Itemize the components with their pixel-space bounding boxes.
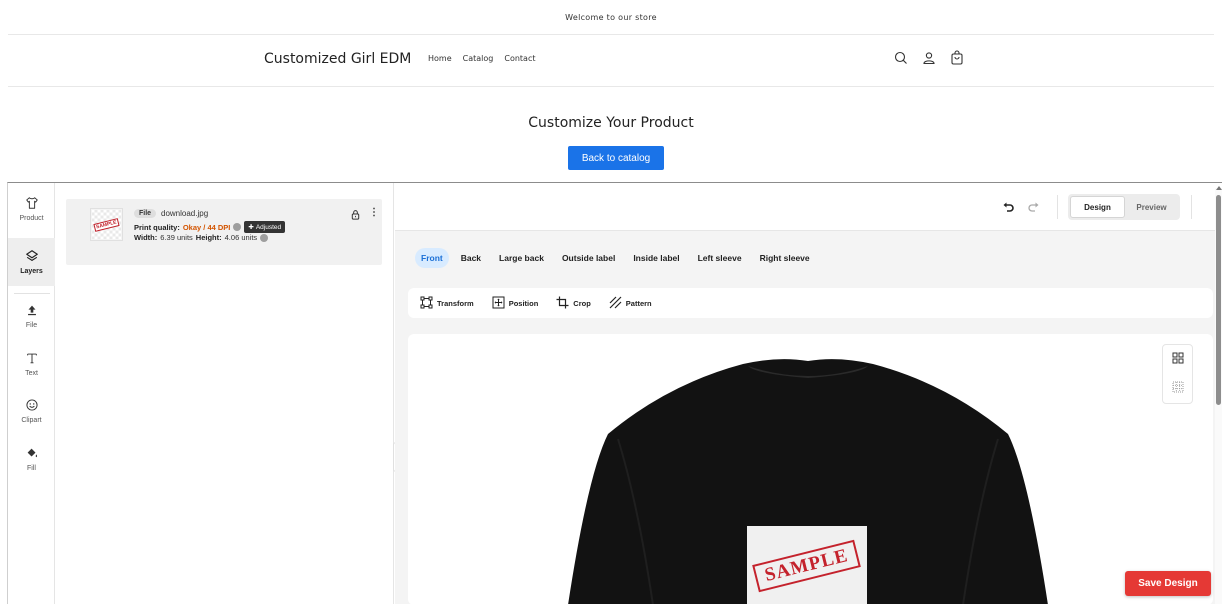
- tool-label: Text: [25, 370, 38, 377]
- print-quality: Print quality: Okay / 44 DPI ✚ Adjusted: [134, 221, 286, 233]
- save-design-button[interactable]: Save Design: [1125, 571, 1211, 596]
- side-tab-large-back[interactable]: Large back: [493, 248, 550, 268]
- layer-thumbnail: SAMPLE: [90, 208, 123, 241]
- tool-text[interactable]: Text: [8, 351, 55, 385]
- pattern-label: Pattern: [625, 298, 652, 308]
- nav-link-contact[interactable]: Contact: [504, 54, 535, 63]
- side-tab-outside-label[interactable]: Outside label: [556, 248, 621, 268]
- position-label: Position: [508, 298, 539, 308]
- thumbnail-sample-stamp: SAMPLE: [93, 217, 120, 232]
- search-icon[interactable]: [893, 50, 909, 66]
- product-customizer: Product Layers File Text Clipart Fill SA…: [7, 182, 1222, 604]
- crop-icon: [556, 296, 569, 311]
- width-label: Width:: [134, 233, 158, 242]
- design-print-area[interactable]: SAMPLE: [747, 526, 867, 604]
- tool-label: Fill: [27, 465, 36, 472]
- layer-item[interactable]: SAMPLE File download.jpg Print quality: …: [66, 199, 382, 265]
- position-icon: [492, 296, 505, 311]
- main-nav: Home Catalog Contact: [428, 54, 535, 63]
- layer-type-badge: File: [134, 209, 157, 218]
- page-title: Customize Your Product: [528, 115, 694, 131]
- side-tab-left-sleeve[interactable]: Left sleeve: [692, 248, 748, 268]
- back-to-catalog-button[interactable]: Back to catalog: [568, 146, 664, 170]
- side-tab-inside-label[interactable]: Inside label: [627, 248, 685, 268]
- info-icon[interactable]: [233, 223, 242, 231]
- tool-clipart[interactable]: Clipart: [8, 398, 55, 432]
- position-button[interactable]: Position: [492, 296, 539, 311]
- layers-panel: SAMPLE File download.jpg Print quality: …: [56, 183, 394, 604]
- editor-topbar: Design Preview: [395, 183, 1222, 231]
- layer-dimensions: Width: 6.39 units Height: 4.06 units: [134, 233, 269, 242]
- text-icon: [25, 351, 39, 370]
- undo-icon[interactable]: [1001, 200, 1015, 214]
- crop-label: Crop: [573, 298, 591, 308]
- tool-label: Product: [19, 215, 44, 222]
- more-options-icon[interactable]: ⋮: [369, 207, 379, 218]
- layers-icon: [25, 249, 39, 268]
- adjusted-badge[interactable]: ✚ Adjusted: [244, 221, 286, 233]
- toolbar-divider: [1191, 195, 1192, 219]
- header-divider: [8, 86, 1214, 87]
- side-tab-back[interactable]: Back: [455, 248, 487, 268]
- header-icons: [893, 50, 965, 66]
- tool-label: Layers: [20, 268, 43, 275]
- redo-icon[interactable]: [1027, 200, 1041, 214]
- smiley-icon: [25, 398, 39, 417]
- cart-icon[interactable]: [949, 50, 965, 66]
- print-quality-value: Okay / 44 DPI: [182, 222, 231, 232]
- brand-logo[interactable]: Customized Girl EDM: [264, 51, 411, 67]
- side-tab-right-sleeve[interactable]: Right sleeve: [754, 248, 816, 268]
- tool-fill[interactable]: Fill: [8, 446, 55, 480]
- tool-file[interactable]: File: [8, 303, 55, 337]
- width-value: 6.39 units: [160, 233, 193, 242]
- announcement-bar: Welcome to our store: [565, 12, 657, 22]
- nav-link-catalog[interactable]: Catalog: [463, 54, 494, 63]
- adjusted-label: Adjusted: [255, 223, 282, 231]
- toolbar-divider: [1057, 195, 1058, 219]
- upload-icon: [25, 303, 39, 322]
- height-label: Height:: [195, 233, 222, 242]
- view-tools: [1162, 344, 1193, 404]
- side-tabs: Front Back Large back Outside label Insi…: [415, 248, 816, 268]
- unlock-icon[interactable]: [350, 207, 361, 225]
- plus-icon: ✚: [248, 224, 254, 231]
- transform-button[interactable]: Transform: [420, 296, 474, 311]
- side-tab-front[interactable]: Front: [415, 248, 449, 268]
- nav-link-home[interactable]: Home: [428, 54, 452, 63]
- tab-design[interactable]: Design: [1070, 196, 1125, 218]
- paint-bucket-icon: [25, 446, 39, 465]
- page-scrollbar-thumb[interactable]: [1216, 195, 1221, 405]
- sample-stamp-graphic: SAMPLE: [752, 539, 862, 593]
- print-quality-label: Print quality:: [134, 222, 180, 232]
- mode-toggle: Design Preview: [1068, 194, 1180, 220]
- design-canvas[interactable]: SAMPLE: [408, 334, 1213, 604]
- layer-options-bar: Transform Position Crop Pattern: [408, 288, 1213, 318]
- shirt-icon: [25, 196, 39, 215]
- tool-product[interactable]: Product: [8, 196, 55, 230]
- rail-divider: [14, 293, 50, 294]
- info-icon[interactable]: [260, 233, 269, 242]
- pattern-button[interactable]: Pattern: [609, 296, 652, 311]
- tool-layers[interactable]: Layers: [8, 238, 55, 286]
- editor-area: Design Preview Front Back Large back Out…: [395, 183, 1222, 604]
- transform-label: Transform: [437, 298, 474, 308]
- crop-button[interactable]: Crop: [556, 296, 591, 311]
- layer-filename: download.jpg: [161, 209, 209, 218]
- tool-label: File: [25, 322, 38, 329]
- height-value: 4.06 units: [224, 233, 258, 242]
- site-header: Customized Girl EDM Home Catalog Contact: [0, 35, 1222, 85]
- scroll-up-icon[interactable]: [1216, 186, 1222, 190]
- account-icon[interactable]: [921, 50, 937, 66]
- dotted-grid-icon[interactable]: [1172, 380, 1184, 398]
- tool-rail: Product Layers File Text Clipart Fill: [8, 183, 55, 604]
- tab-preview[interactable]: Preview: [1125, 196, 1178, 218]
- grid-view-icon[interactable]: [1172, 351, 1184, 369]
- tool-label: Clipart: [21, 417, 42, 424]
- transform-icon: [420, 296, 433, 311]
- pattern-icon: [609, 296, 622, 311]
